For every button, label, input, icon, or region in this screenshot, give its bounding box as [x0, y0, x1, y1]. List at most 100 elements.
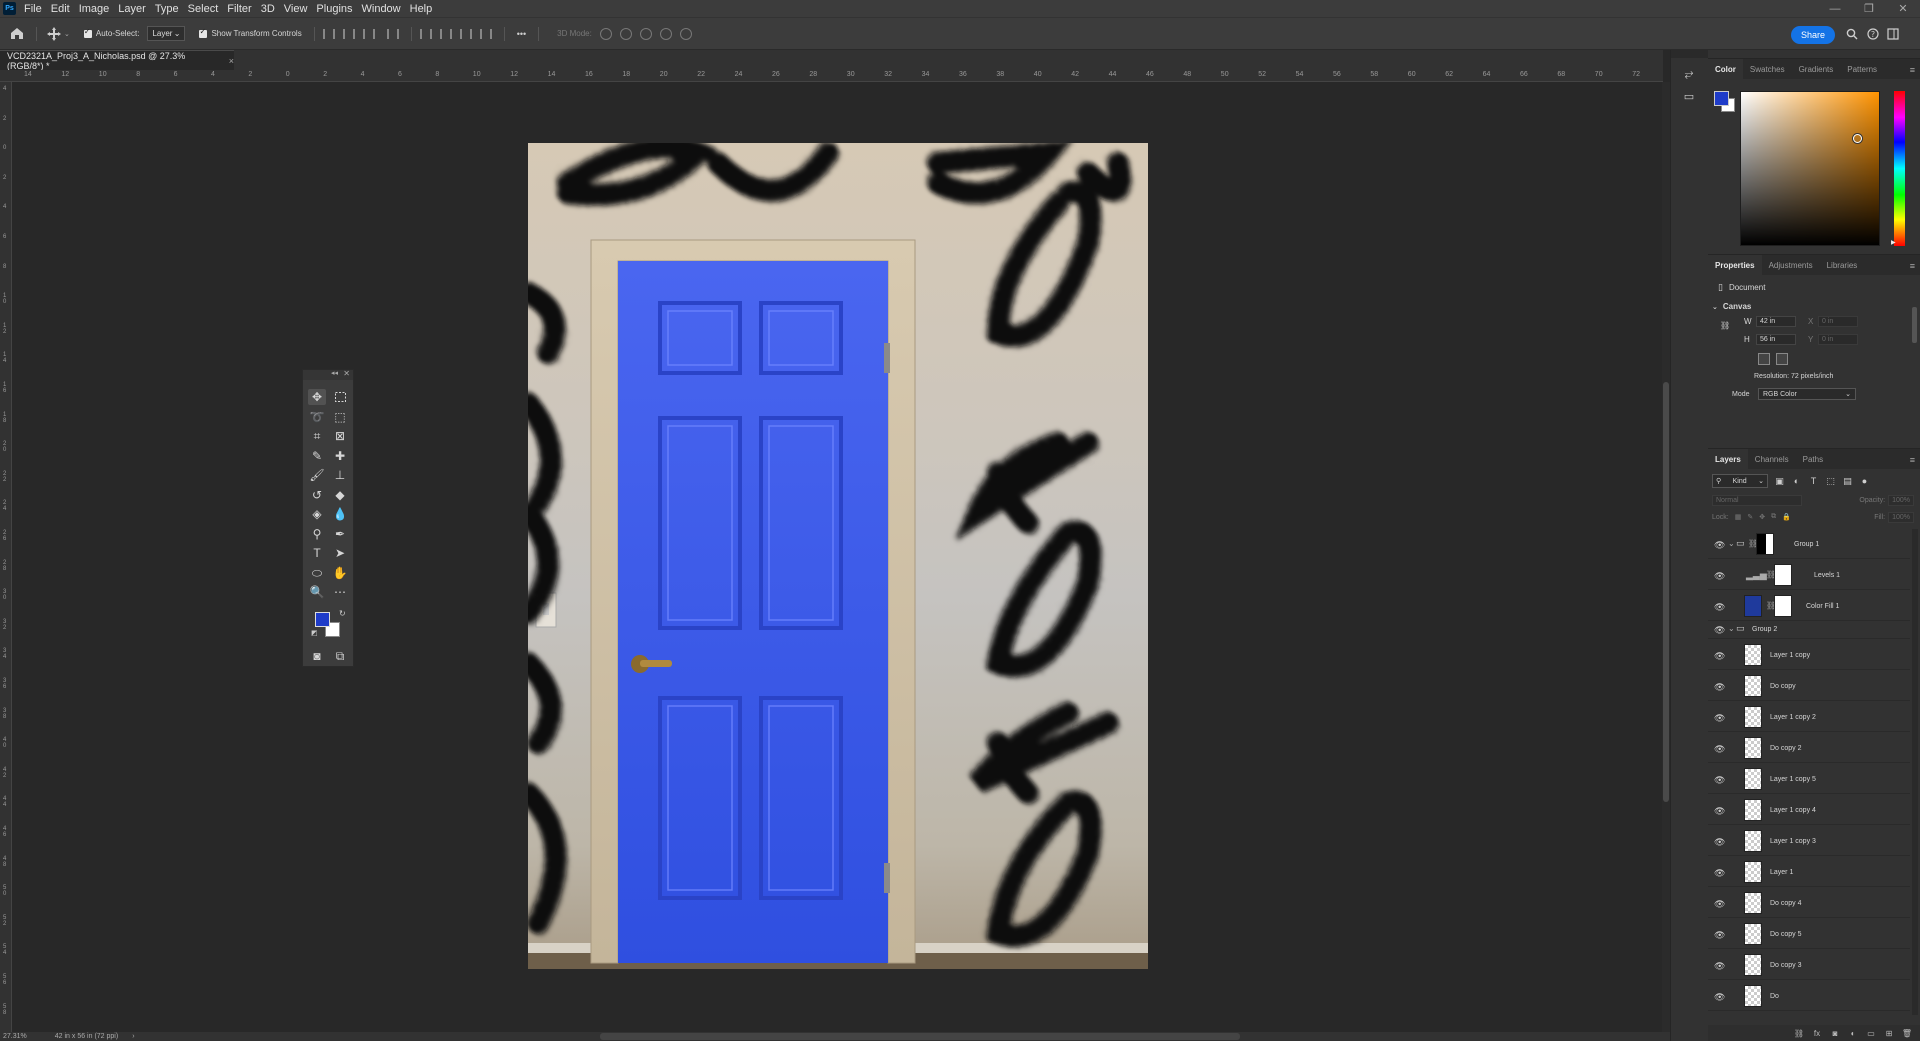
- align-bottom-icon[interactable]: [459, 28, 472, 39]
- zoom-level[interactable]: 27.31%: [3, 1033, 27, 1040]
- layer-row-levels-1[interactable]: 👁 ▂▃▅ ⛓ Levels 1: [1708, 560, 1910, 590]
- distribute-icon[interactable]: [479, 28, 492, 39]
- layer-thumbnail[interactable]: [1744, 644, 1762, 666]
- crop-tool-icon[interactable]: ⌗: [308, 428, 326, 444]
- layer-mask-thumbnail[interactable]: [1774, 595, 1792, 617]
- canvas-vertical-scrollbar[interactable]: [1662, 82, 1670, 1032]
- adjustment-layer-filter-icon[interactable]: ◐: [1791, 476, 1802, 487]
- close-icon[interactable]: ✕: [343, 369, 350, 378]
- quick-mask-icon[interactable]: ◙: [308, 648, 326, 664]
- menu-view[interactable]: View: [284, 3, 308, 15]
- scrollbar-thumb[interactable]: [1912, 307, 1917, 343]
- layer-row[interactable]: 👁 Do copy 5: [1708, 919, 1910, 949]
- paint-bucket-tool-icon[interactable]: ◈: [308, 506, 326, 522]
- visibility-eye-icon[interactable]: 👁: [1714, 713, 1726, 724]
- layer-thumbnail[interactable]: [1744, 892, 1762, 914]
- move-tool-icon[interactable]: ✥: [308, 389, 326, 405]
- tab-gradients[interactable]: Gradients: [1792, 59, 1841, 79]
- layer-thumbnail[interactable]: [1744, 706, 1762, 728]
- visibility-eye-icon[interactable]: 👁: [1714, 806, 1726, 817]
- photoshop-logo[interactable]: Ps: [3, 2, 16, 15]
- object-selection-tool-icon[interactable]: ⬚: [331, 409, 349, 425]
- blur-tool-icon[interactable]: 💧: [331, 506, 349, 522]
- orbit-3d-icon[interactable]: [599, 27, 612, 40]
- layer-thumbnail[interactable]: [1744, 861, 1762, 883]
- menu-file[interactable]: File: [24, 3, 42, 15]
- smart-object-filter-icon[interactable]: ▤: [1842, 476, 1853, 487]
- tools-panel-header[interactable]: ◂◂ ✕: [303, 369, 353, 380]
- hand-tool-icon[interactable]: ✋: [331, 565, 349, 581]
- type-layer-filter-icon[interactable]: T: [1808, 476, 1819, 487]
- portrait-orientation-icon[interactable]: [1758, 353, 1770, 365]
- foreground-color-swatch[interactable]: [1714, 91, 1729, 106]
- restore-button[interactable]: ❐: [1852, 0, 1886, 17]
- clone-stamp-tool-icon[interactable]: ⊥: [331, 467, 349, 483]
- layer-row[interactable]: 👁 Do: [1708, 981, 1910, 1011]
- layer-row-group-1[interactable]: 👁 ⌄ ▭ ⛓ Group 1: [1708, 529, 1910, 559]
- document-canvas-image[interactable]: [528, 143, 1148, 969]
- menu-layer[interactable]: Layer: [118, 3, 146, 15]
- auto-select-target-select[interactable]: Layer ⌄: [147, 26, 186, 41]
- tab-patterns[interactable]: Patterns: [1840, 59, 1884, 79]
- healing-brush-tool-icon[interactable]: ✚: [331, 448, 349, 464]
- pan-3d-icon[interactable]: [639, 27, 652, 40]
- layer-row[interactable]: 👁 Layer 1 copy 3: [1708, 826, 1910, 856]
- visibility-eye-icon[interactable]: 👁: [1714, 837, 1726, 848]
- close-tab-icon[interactable]: ×: [229, 56, 234, 66]
- new-layer-icon[interactable]: ⊞: [1884, 1028, 1894, 1038]
- layer-mask-thumbnail[interactable]: [1756, 533, 1774, 555]
- tab-properties[interactable]: Properties: [1708, 255, 1762, 275]
- history-icon[interactable]: ⥂: [1681, 66, 1697, 82]
- menu-window[interactable]: Window: [362, 3, 401, 15]
- visibility-eye-icon[interactable]: 👁: [1714, 744, 1726, 755]
- menu-plugins[interactable]: Plugins: [316, 3, 352, 15]
- canvas-horizontal-scrollbar[interactable]: [600, 1033, 1240, 1040]
- more-options-icon[interactable]: •••: [517, 29, 526, 39]
- color-picker-handle[interactable]: [1853, 134, 1862, 143]
- layer-row[interactable]: 👁 Do copy 3: [1708, 950, 1910, 980]
- more-tools-icon[interactable]: ⋯: [331, 584, 349, 600]
- type-tool-icon[interactable]: T: [308, 545, 326, 561]
- menu-3d[interactable]: 3D: [261, 3, 275, 15]
- status-menu-arrow-icon[interactable]: ›: [132, 1033, 134, 1040]
- brush-tool-icon[interactable]: 🖌: [308, 467, 326, 483]
- height-input[interactable]: 56 in: [1756, 334, 1796, 345]
- visibility-eye-icon[interactable]: 👁: [1714, 682, 1726, 693]
- visibility-eye-icon[interactable]: 👁: [1714, 775, 1726, 786]
- search-icon[interactable]: [1845, 27, 1859, 41]
- marquee-tool-icon[interactable]: [331, 389, 349, 405]
- pixel-layer-filter-icon[interactable]: ▣: [1774, 476, 1785, 487]
- foreground-color-swatch[interactable]: [315, 612, 330, 627]
- strip-collapse-bar[interactable]: [1671, 50, 1708, 58]
- menu-filter[interactable]: Filter: [227, 3, 251, 15]
- layer-row[interactable]: 👁 Layer 1: [1708, 857, 1910, 887]
- layers-scrollbar[interactable]: [1912, 529, 1918, 1015]
- align-left-icon[interactable]: [322, 28, 335, 39]
- layer-thumbnail[interactable]: [1744, 737, 1762, 759]
- layer-row[interactable]: 👁 Do copy 4: [1708, 888, 1910, 918]
- document-tab[interactable]: VCD2321A_Proj3_A_Nicholas.psd @ 27.3% (R…: [0, 50, 234, 71]
- layer-row[interactable]: 👁 Layer 1 copy 5: [1708, 764, 1910, 794]
- minimize-button[interactable]: —: [1818, 0, 1852, 17]
- adjustment-layer-icon[interactable]: ◐: [1848, 1028, 1858, 1038]
- panel-menu-icon[interactable]: ≡: [1910, 65, 1915, 75]
- comments-icon[interactable]: ▭: [1681, 88, 1697, 104]
- visibility-eye-icon[interactable]: 👁: [1714, 625, 1726, 636]
- menu-type[interactable]: Type: [155, 3, 179, 15]
- chevron-down-icon[interactable]: ⌄: [1728, 539, 1735, 548]
- lasso-tool-icon[interactable]: ➰: [308, 409, 326, 425]
- panel-menu-icon[interactable]: ≡: [1910, 261, 1915, 271]
- screen-mode-icon[interactable]: ⧉: [331, 648, 349, 664]
- history-brush-tool-icon[interactable]: ↺: [308, 487, 326, 503]
- hue-slider[interactable]: ▶: [1891, 91, 1905, 246]
- layer-thumbnail[interactable]: [1744, 985, 1762, 1007]
- visibility-eye-icon[interactable]: 👁: [1714, 992, 1726, 1003]
- landscape-orientation-icon[interactable]: [1776, 353, 1788, 365]
- eraser-tool-icon[interactable]: ◆: [331, 487, 349, 503]
- eyedropper-tool-icon[interactable]: ✎: [308, 448, 326, 464]
- menu-select[interactable]: Select: [188, 3, 219, 15]
- menu-image[interactable]: Image: [79, 3, 110, 15]
- align-center-horizontal-icon[interactable]: [342, 28, 355, 39]
- collapse-icon[interactable]: ◂◂: [331, 369, 338, 377]
- layer-mask-thumbnail[interactable]: [1774, 564, 1792, 586]
